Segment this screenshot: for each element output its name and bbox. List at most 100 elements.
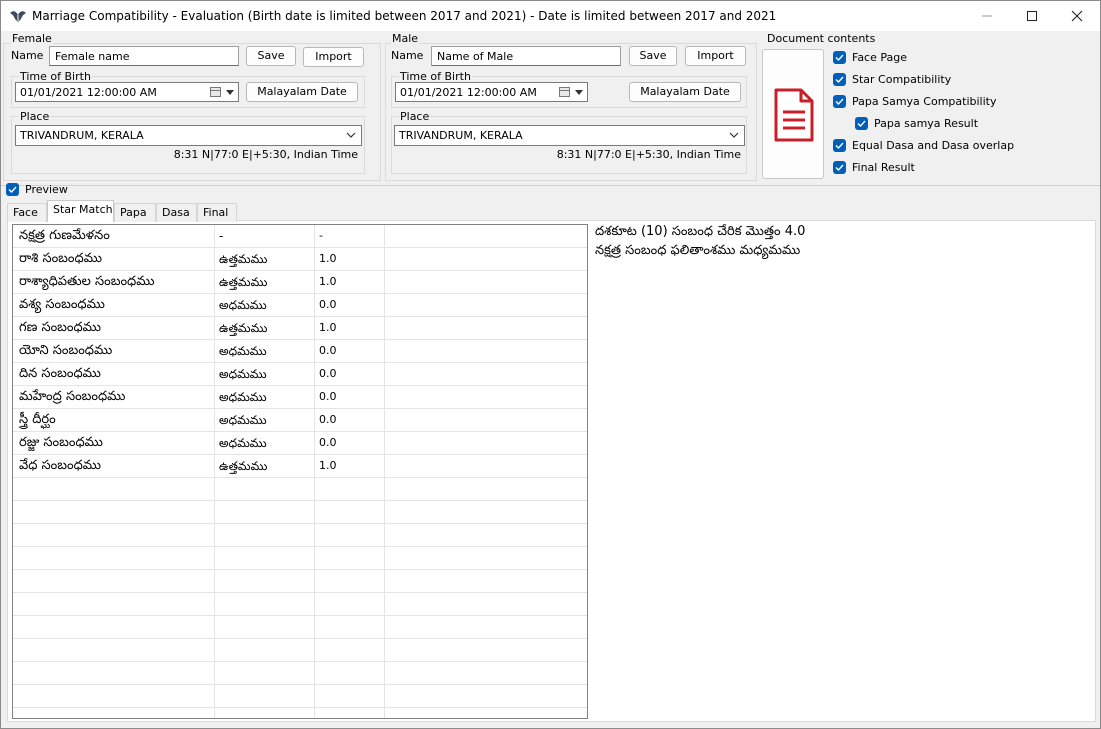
table-row[interactable] [13,593,587,616]
score-cell: - [319,229,323,242]
table-row[interactable] [13,501,587,524]
table-row[interactable] [13,478,587,501]
preview-label: Preview [25,183,68,196]
table-row[interactable]: వేధ సంబంధము ఉత్తమము 1.0 [13,455,587,478]
tab-papa[interactable]: Papa [114,203,156,222]
dropdown-arrow-icon [226,90,234,95]
table-row[interactable] [13,662,587,685]
final-result-label: Final Result [852,161,915,174]
papa-samya-compatibility-checkbox[interactable]: Papa Samya Compatibility [833,95,996,108]
table-row[interactable]: యోని సంబంధము అధమము 0.0 [13,340,587,363]
final-result-checkbox[interactable]: Final Result [833,161,915,174]
minimize-icon [982,15,992,17]
factor-name-cell: యోని సంబంధము [19,343,113,358]
table-row[interactable]: మహేంద్ర సంబంధము అధమము 0.0 [13,386,587,409]
checkmark-icon [833,95,846,108]
close-button[interactable] [1054,1,1100,31]
factor-name-cell: నక్షత్ర గుణమేళనం [19,228,110,243]
female-save-button[interactable]: Save [246,46,296,66]
maximize-button[interactable] [1009,1,1055,31]
face-page-checkbox[interactable]: Face Page [833,51,907,64]
female-malayalam-date-button[interactable]: Malayalam Date [246,82,358,102]
checkmark-icon [833,51,846,64]
male-name-input[interactable]: Name of Male [431,46,621,66]
female-coordinates: 8:31 N|77:0 E|+5:30, Indian Time [173,148,358,161]
star-compatibility-checkbox[interactable]: Star Compatibility [833,73,951,86]
score-cell: 0.0 [319,390,337,403]
male-save-button[interactable]: Save [629,46,677,66]
female-name-input[interactable]: Female name [49,46,239,66]
factor-name-cell: స్త్రీ దీర్ఘం [19,412,56,427]
grade-cell: ఉత్తమము [219,275,268,289]
grade-cell: అధమము [219,436,267,450]
table-row[interactable] [13,639,587,662]
grade-cell: అధమము [219,367,267,381]
star-match-table[interactable]: నక్షత్ర గుణమేళనం - - రాశి సంబంధము ఉత్తమము 1.0… [12,224,588,719]
summary-result: నక్షత్ర సంబంధ ఫలితాంశము మధ్యమము [595,243,801,258]
equal-dasa-checkbox[interactable]: Equal Dasa and Dasa overlap [833,139,1014,152]
tab-dasa[interactable]: Dasa [156,203,197,222]
female-place-value: TRIVANDRUM, KERALA [20,129,144,142]
minimize-button[interactable] [964,1,1010,31]
grade-cell: అధమము [219,413,267,427]
preview-checkbox[interactable]: Preview [6,183,68,196]
table-row[interactable]: స్త్రీ దీర్ఘం అధమము 0.0 [13,409,587,432]
table-row[interactable]: రజ్జు సంబంధము అధమము 0.0 [13,432,587,455]
table-row[interactable]: దిన సంబంధము అధమము 0.0 [13,363,587,386]
female-place-select[interactable]: TRIVANDRUM, KERALA [15,125,362,146]
table-row[interactable] [13,708,587,718]
factor-name-cell: వేధ సంబంధము [19,458,102,473]
factor-name-cell: వశ్య సంబంధము [19,297,105,312]
window-title: Marriage Compatibility - Evaluation (Bir… [32,9,777,23]
factor-name-cell: రాశి సంబంధము [19,251,102,266]
table-row[interactable]: గణ సంబంధము ఉత్తమము 1.0 [13,317,587,340]
table-row[interactable] [13,547,587,570]
grade-cell: అధమము [219,298,267,312]
male-datetime-value: 01/01/2021 12:00:00 AM [400,86,537,99]
score-cell: 0.0 [319,413,337,426]
tab-face[interactable]: Face [7,203,47,222]
table-row[interactable]: వశ్య సంబంధము అధమము 0.0 [13,294,587,317]
male-place-value: TRIVANDRUM, KERALA [399,129,523,142]
score-cell: 0.0 [319,344,337,357]
female-datetime-value: 01/01/2021 12:00:00 AM [20,86,157,99]
score-cell: 1.0 [319,275,337,288]
tab-final[interactable]: Final [197,203,237,222]
table-row[interactable]: నక్షత్ర గుణమేళనం - - [13,225,587,248]
score-cell: 1.0 [319,459,337,472]
checkmark-icon [855,117,868,130]
male-coordinates: 8:31 N|77:0 E|+5:30, Indian Time [556,148,741,161]
summary-total: దశకూట (10) సంబంధ చేరిక మొత్తం 4.0 [595,224,806,239]
female-name-label: Name [11,49,44,62]
papa-samya-result-checkbox[interactable]: Papa samya Result [855,117,978,130]
generate-document-button[interactable] [762,49,824,179]
score-cell: 1.0 [319,252,337,265]
male-datetime-picker[interactable]: 01/01/2021 12:00:00 AM [395,82,588,102]
document-contents-label: Document contents [767,32,876,45]
app-window: Marriage Compatibility - Evaluation (Bir… [0,0,1101,729]
checkmark-icon [6,183,19,196]
tab-star-match[interactable]: Star Match [47,200,114,222]
dropdown-arrow-icon [575,90,583,95]
table-row[interactable] [13,524,587,547]
factor-name-cell: రాశ్యాధిపతుల సంబంధము [19,274,155,289]
table-row[interactable] [13,616,587,639]
factor-name-cell: రజ్జు సంబంధము [19,435,103,450]
grade-cell: అధమము [219,390,267,404]
female-group-label: Female [11,32,53,45]
male-import-button[interactable]: Import [685,46,746,66]
table-row[interactable] [13,685,587,708]
female-datetime-picker[interactable]: 01/01/2021 12:00:00 AM [15,82,239,102]
male-malayalam-date-button[interactable]: Malayalam Date [629,82,741,102]
table-row[interactable] [13,570,587,593]
male-place-select[interactable]: TRIVANDRUM, KERALA [394,125,745,146]
papa-samya-result-label: Papa samya Result [874,117,979,130]
table-row[interactable]: రాశ్యాధిపతుల సంబంధము ఉత్తమము 1.0 [13,271,587,294]
male-group-label: Male [391,32,420,45]
female-import-button[interactable]: Import [303,47,364,67]
equal-dasa-label: Equal Dasa and Dasa overlap [852,139,1015,152]
factor-name-cell: మహేంద్ర సంబంధము [19,389,126,404]
maximize-icon [1027,11,1037,21]
table-row[interactable]: రాశి సంబంధము ఉత్తమము 1.0 [13,248,587,271]
checkmark-icon [833,161,846,174]
